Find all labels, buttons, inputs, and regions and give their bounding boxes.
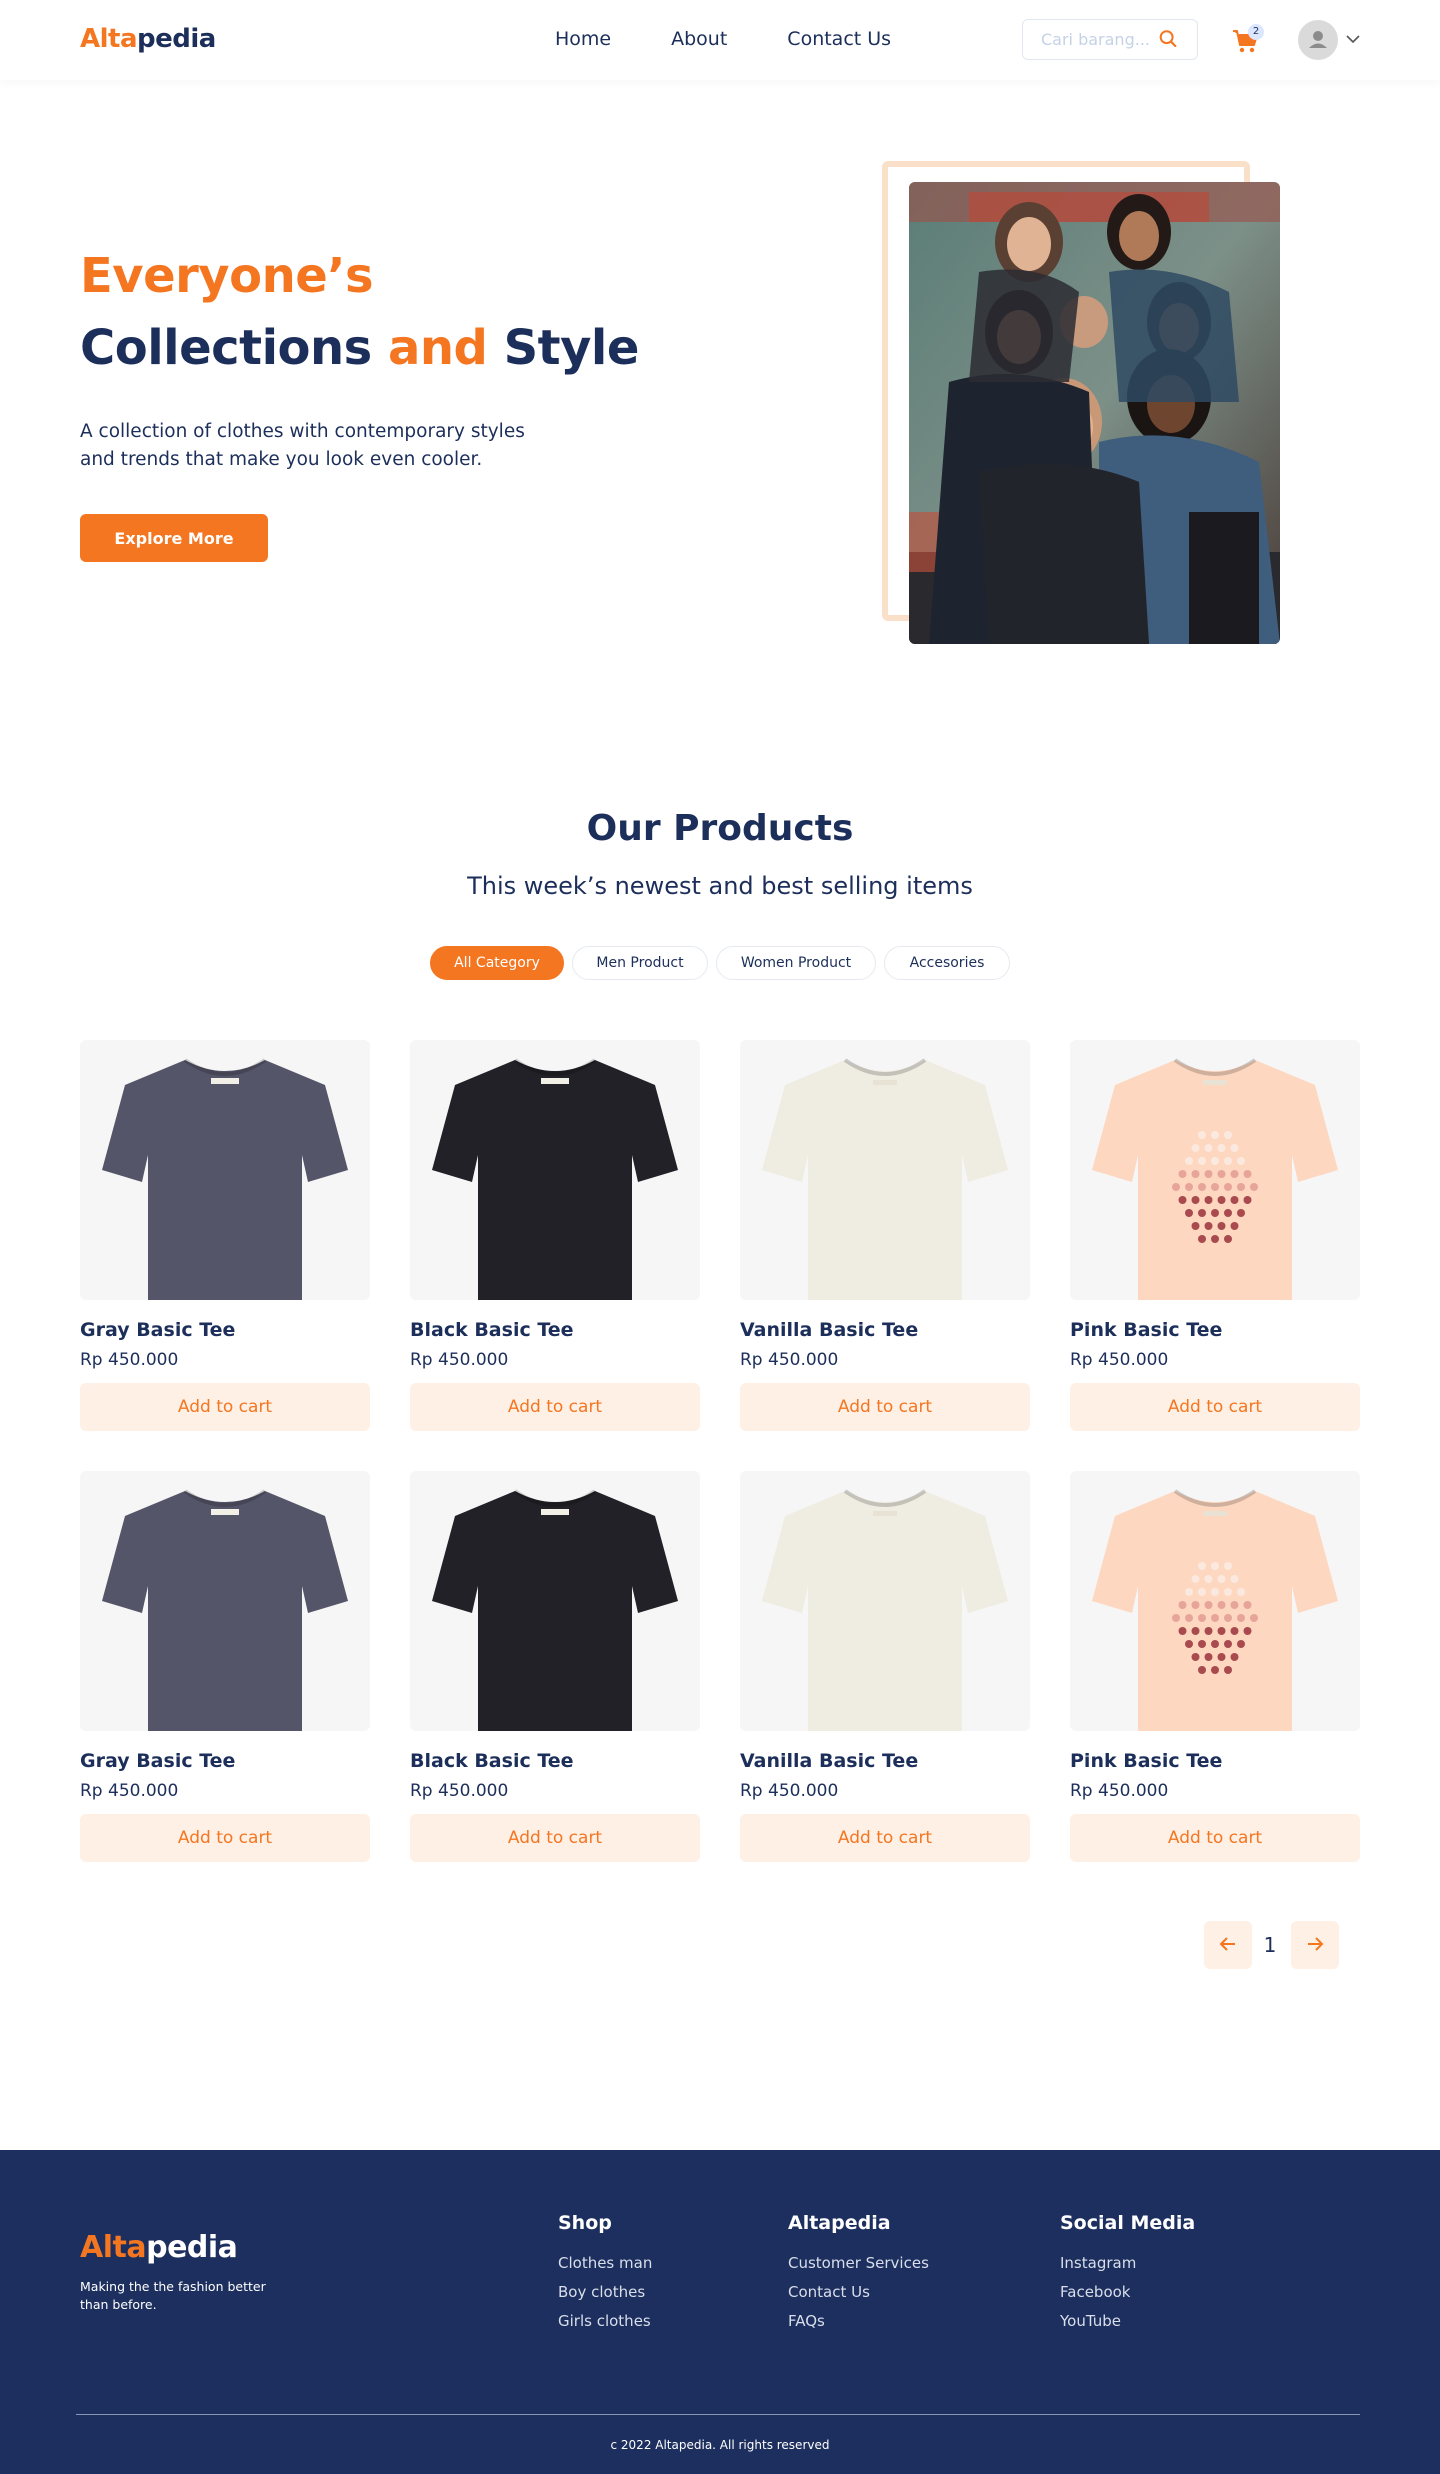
product-image[interactable]: [410, 1040, 700, 1300]
add-to-cart-button[interactable]: Add to cart: [80, 1383, 370, 1431]
site-header: Altapedia Home About Contact Us 2: [0, 0, 1440, 80]
filter-all-category[interactable]: All Category: [430, 946, 564, 980]
tshirt-image: [102, 1489, 348, 1731]
product-image[interactable]: [740, 1040, 1030, 1300]
chevron-down-icon[interactable]: [1345, 32, 1361, 46]
add-to-cart-button[interactable]: Add to cart: [1070, 1383, 1360, 1431]
footer-link[interactable]: Facebook: [1060, 2283, 1195, 2301]
tshirt-image: [1092, 1489, 1338, 1731]
footer-link[interactable]: Clothes man: [558, 2254, 652, 2272]
product-name[interactable]: Vanilla Basic Tee: [740, 1319, 918, 1341]
cart-count-badge: 2: [1248, 24, 1264, 40]
footer-logo[interactable]: Altapedia: [80, 2230, 238, 2265]
product-name[interactable]: Black Basic Tee: [410, 1750, 574, 1772]
footer-col-altapedia: Altapedia Customer Services Contact Us F…: [788, 2212, 929, 2341]
footer-link[interactable]: FAQs: [788, 2312, 929, 2330]
tshirt-image: [762, 1058, 1008, 1300]
footer-link[interactable]: YouTube: [1060, 2312, 1195, 2330]
add-to-cart-button[interactable]: Add to cart: [410, 1383, 700, 1431]
tshirt-image: [432, 1489, 678, 1731]
add-to-cart-button[interactable]: Add to cart: [1070, 1814, 1360, 1862]
product-name[interactable]: Pink Basic Tee: [1070, 1750, 1222, 1772]
filter-men-product[interactable]: Men Product: [572, 946, 708, 980]
add-to-cart-button[interactable]: Add to cart: [740, 1814, 1030, 1862]
product-image[interactable]: [1070, 1040, 1360, 1300]
hero-title-line2: Collections and Style: [80, 320, 639, 376]
product-price: Rp 450.000: [410, 1350, 509, 1370]
group-photo-illustration: [909, 182, 1280, 644]
tshirt-image: [102, 1058, 348, 1300]
filter-accesories[interactable]: Accesories: [884, 946, 1010, 980]
nav-about[interactable]: About: [671, 28, 727, 50]
products-subtitle: This week’s newest and best selling item…: [467, 872, 973, 900]
footer-link[interactable]: Girls clothes: [558, 2312, 652, 2330]
nav-home[interactable]: Home: [555, 28, 611, 50]
product-price: Rp 450.000: [740, 1781, 839, 1801]
hero-title-word-style: Style: [503, 320, 640, 376]
hero-title-word-collections: Collections: [80, 320, 372, 376]
footer-logo-part-pedia: pedia: [146, 2230, 238, 2265]
footer-col-title: Social Media: [1060, 2212, 1196, 2234]
user-avatar[interactable]: [1298, 20, 1338, 60]
footer-link[interactable]: Boy clothes: [558, 2283, 652, 2301]
product-price: Rp 450.000: [80, 1350, 179, 1370]
tshirt-image: [1092, 1058, 1338, 1300]
footer-divider: [76, 2414, 1360, 2415]
footer-col-title: Shop: [558, 2212, 612, 2234]
product-name[interactable]: Black Basic Tee: [410, 1319, 574, 1341]
arrow-left-icon: [1219, 1936, 1235, 1951]
current-page: 1: [1263, 1933, 1277, 1957]
explore-more-button[interactable]: Explore More: [80, 514, 268, 562]
footer-col-title: Altapedia: [788, 2212, 891, 2234]
product-price: Rp 450.000: [80, 1781, 179, 1801]
hero-title-line1: Everyone’s: [80, 248, 374, 304]
product-price: Rp 450.000: [410, 1781, 509, 1801]
main-nav: Home About Contact Us: [555, 28, 891, 50]
footer-tagline: Making the the fashion better than befor…: [80, 2279, 266, 2312]
hero-photo: [909, 182, 1280, 644]
footer-link[interactable]: Instagram: [1060, 2254, 1195, 2272]
user-icon: [1309, 31, 1327, 48]
product-image[interactable]: [1070, 1471, 1360, 1731]
logo[interactable]: Altapedia: [80, 24, 216, 54]
product-price: Rp 450.000: [1070, 1350, 1169, 1370]
tshirt-image: [432, 1058, 678, 1300]
footer-link[interactable]: Contact Us: [788, 2283, 929, 2301]
prev-page-button[interactable]: [1204, 1921, 1252, 1969]
footer-col-social-media: Social Media Instagram Facebook YouTube: [1060, 2212, 1195, 2341]
product-image[interactable]: [740, 1471, 1030, 1731]
product-image[interactable]: [80, 1040, 370, 1300]
products-title: Our Products: [586, 808, 854, 849]
product-name[interactable]: Gray Basic Tee: [80, 1750, 235, 1772]
arrow-right-icon: [1308, 1936, 1324, 1951]
search-box: [1022, 19, 1198, 60]
hero-description: A collection of clothes with contemporar…: [80, 421, 525, 470]
footer-link[interactable]: Customer Services: [788, 2254, 929, 2272]
add-to-cart-button[interactable]: Add to cart: [740, 1383, 1030, 1431]
filter-women-product[interactable]: Women Product: [716, 946, 876, 980]
product-image[interactable]: [410, 1471, 700, 1731]
logo-part-alta: Alta: [80, 24, 138, 54]
tshirt-image: [762, 1489, 1008, 1731]
logo-part-pedia: pedia: [137, 24, 216, 54]
next-page-button[interactable]: [1291, 1921, 1339, 1969]
add-to-cart-button[interactable]: Add to cart: [80, 1814, 370, 1862]
footer-col-shop: Shop Clothes man Boy clothes Girls cloth…: [558, 2212, 652, 2341]
search-icon[interactable]: [1157, 28, 1179, 50]
footer-logo-part-alta: Alta: [80, 2230, 147, 2265]
add-to-cart-button[interactable]: Add to cart: [410, 1814, 700, 1862]
product-price: Rp 450.000: [740, 1350, 839, 1370]
nav-contact-us[interactable]: Contact Us: [787, 28, 891, 50]
product-name[interactable]: Pink Basic Tee: [1070, 1319, 1222, 1341]
product-image[interactable]: [80, 1471, 370, 1731]
product-name[interactable]: Gray Basic Tee: [80, 1319, 235, 1341]
copyright: c 2022 Altapedia. All rights reserved: [610, 2438, 830, 2452]
site-footer: Altapedia Making the the fashion better …: [0, 2150, 1440, 2474]
product-price: Rp 450.000: [1070, 1781, 1169, 1801]
hero-title-word-and: and: [387, 320, 488, 376]
search-input[interactable]: [1041, 30, 1161, 49]
product-name[interactable]: Vanilla Basic Tee: [740, 1750, 918, 1772]
